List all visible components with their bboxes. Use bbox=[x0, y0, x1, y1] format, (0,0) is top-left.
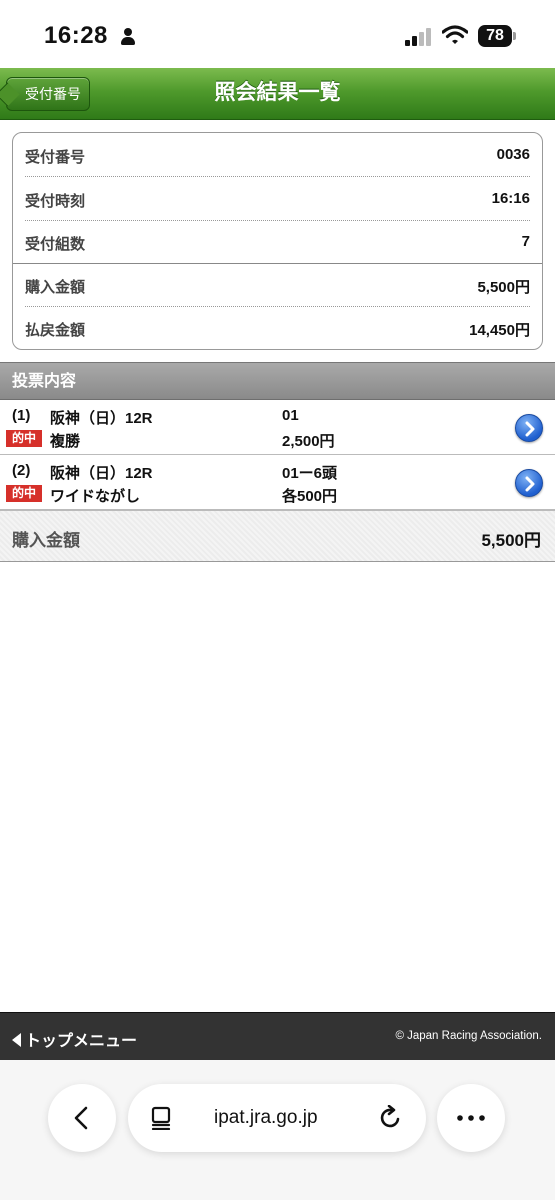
chevron-right-icon[interactable] bbox=[515, 414, 543, 442]
summary-value: 5,500円 bbox=[477, 279, 530, 296]
battery-cap bbox=[513, 32, 516, 40]
bet-horse: 01 bbox=[282, 407, 299, 424]
summary-label: 受付組数 bbox=[25, 236, 86, 253]
signal-icon bbox=[405, 28, 433, 46]
summary-label: 払戻金額 bbox=[25, 322, 86, 339]
bet-race: 阪神（日）12R bbox=[50, 410, 153, 427]
total-value: 5,500円 bbox=[481, 531, 541, 550]
browser-back-button[interactable] bbox=[48, 1084, 116, 1152]
summary-row-set-count: 受付組数 7 bbox=[25, 220, 530, 263]
back-button[interactable]: 受付番号 bbox=[6, 77, 90, 111]
bet-horse: 01ー6頭 bbox=[282, 465, 338, 482]
more-icon bbox=[457, 1115, 485, 1121]
total-label: 購入金額 bbox=[12, 531, 80, 550]
hit-badge: 的中 bbox=[6, 430, 42, 447]
status-time: 16:28 bbox=[44, 22, 108, 49]
summary-row-payout-amount: 払戻金額 14,450円 bbox=[25, 306, 530, 349]
bet-amount: 各500円 bbox=[282, 488, 338, 505]
summary-value: 14,450円 bbox=[469, 322, 530, 339]
copyright: © Japan Racing Association. bbox=[395, 1030, 542, 1042]
summary-label: 購入金額 bbox=[25, 279, 86, 296]
more-button[interactable] bbox=[437, 1084, 505, 1152]
top-menu-label: トップメニュー bbox=[25, 1033, 138, 1050]
bet-race: 阪神（日）12R bbox=[50, 465, 153, 482]
bet-row[interactable]: (1) 阪神（日）12R 的中 複勝 01 2,500円 bbox=[0, 401, 555, 455]
bet-row[interactable]: (2) 阪神（日）12R 的中 ワイドながし 01ー6頭 各500円 bbox=[0, 456, 555, 510]
browser-toolbar: ipat.jra.go.jp bbox=[0, 1060, 555, 1200]
back-triangle-icon bbox=[12, 1033, 21, 1047]
summary-card: 受付番号 0036 受付時刻 16:16 受付組数 7 購入金額 5,500円 … bbox=[12, 132, 543, 350]
status-bar: 16:28 78 bbox=[0, 0, 555, 68]
footer-bar: トップメニュー © Japan Racing Association. bbox=[0, 1012, 555, 1060]
bet-type: 複勝 bbox=[50, 433, 81, 450]
summary-label: 受付番号 bbox=[25, 149, 86, 166]
summary-row-receipt-number: 受付番号 0036 bbox=[25, 133, 530, 176]
chevron-right-icon[interactable] bbox=[515, 469, 543, 497]
summary-value: 16:16 bbox=[491, 190, 530, 207]
section-header-bets: 投票内容 bbox=[0, 362, 555, 400]
summary-value: 7 bbox=[521, 233, 530, 250]
battery-indicator: 78 bbox=[478, 25, 512, 47]
summary-row-purchase-amount: 購入金額 5,500円 bbox=[25, 263, 530, 306]
bet-number: (2) bbox=[12, 462, 31, 479]
url-text: ipat.jra.go.jp bbox=[214, 1107, 318, 1128]
hit-badge: 的中 bbox=[6, 485, 42, 502]
summary-label: 受付時刻 bbox=[25, 193, 86, 210]
reload-icon[interactable] bbox=[378, 1105, 404, 1131]
bet-type: ワイドながし bbox=[50, 488, 141, 505]
tabs-icon[interactable] bbox=[150, 1106, 174, 1130]
summary-value: 0036 bbox=[496, 146, 530, 163]
person-icon bbox=[120, 28, 136, 46]
top-menu-link[interactable]: トップメニュー bbox=[12, 1027, 137, 1051]
summary-row-receipt-time: 受付時刻 16:16 bbox=[25, 177, 530, 220]
total-row: 購入金額 5,500円 bbox=[0, 510, 555, 562]
address-bar[interactable]: ipat.jra.go.jp bbox=[128, 1084, 426, 1152]
bet-amount: 2,500円 bbox=[282, 433, 335, 450]
back-arrow-icon bbox=[74, 1106, 88, 1130]
page-header: 受付番号 照会結果一覧 bbox=[0, 68, 555, 120]
bet-number: (1) bbox=[12, 407, 31, 424]
wifi-icon bbox=[442, 25, 468, 44]
